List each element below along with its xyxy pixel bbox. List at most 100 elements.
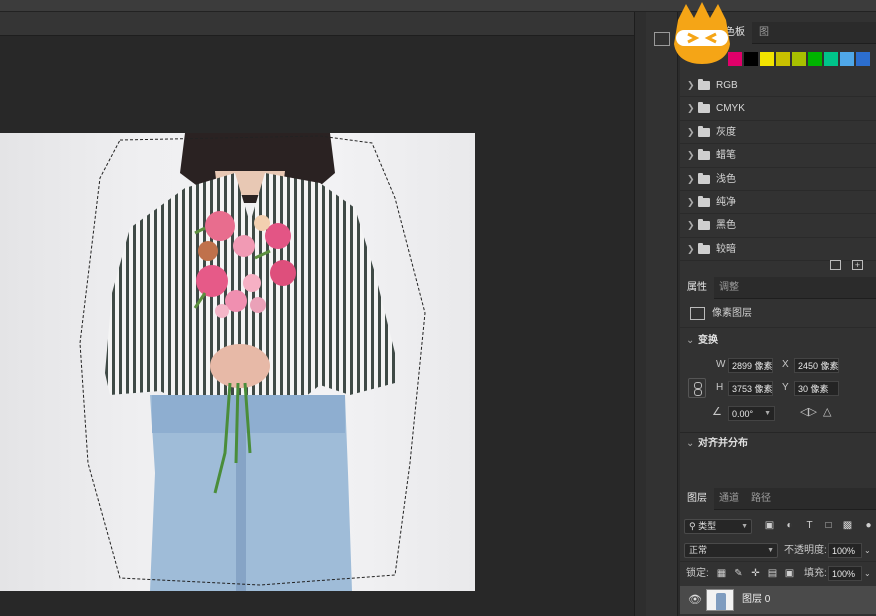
chevron-right-icon: ❯: [687, 126, 695, 137]
new-swatch-icon[interactable]: +: [852, 260, 863, 270]
visibility-eye-icon[interactable]: 👁: [688, 593, 702, 606]
pixel-filter-icon[interactable]: ▣: [764, 520, 775, 531]
chevron-right-icon: ❯: [687, 243, 695, 254]
swatch[interactable]: [776, 52, 790, 66]
flip-horizontal-icon[interactable]: ◁▷: [800, 404, 817, 420]
photo-content: [79, 133, 426, 591]
history-icon[interactable]: [654, 32, 670, 46]
tab-layers[interactable]: 图层: [680, 488, 714, 510]
link-icon[interactable]: [688, 378, 706, 398]
lock-artboard-icon[interactable]: ▤: [767, 568, 778, 579]
folder-icon: [698, 102, 710, 114]
swatch-folder[interactable]: ❯ 蜡笔: [680, 144, 876, 168]
swatch[interactable]: [744, 52, 758, 66]
panel-icon-strip: [646, 12, 678, 616]
folder-label: 蜡笔: [716, 150, 736, 162]
flip-vertical-icon[interactable]: △: [823, 404, 831, 420]
lock-transparency-icon[interactable]: ▦: [716, 568, 727, 579]
adjustment-filter-icon[interactable]: ◐: [784, 520, 795, 531]
swatch[interactable]: [824, 52, 838, 66]
chevron-down-icon: ▼: [764, 410, 771, 417]
folder-icon: [698, 195, 710, 207]
folder-icon: [698, 149, 710, 161]
opacity-field[interactable]: 100%: [828, 543, 862, 558]
chevron-right-icon: ❯: [687, 103, 695, 114]
swatch[interactable]: [792, 52, 806, 66]
tab-paths[interactable]: 路径: [744, 488, 778, 510]
folder-icon: [698, 125, 710, 137]
tab-adjustments[interactable]: 调整: [712, 277, 746, 299]
chevron-down-icon[interactable]: ⌄: [864, 543, 871, 559]
document-options-bar: [0, 12, 634, 36]
tab-properties[interactable]: 属性: [680, 277, 714, 299]
chevron-down-icon: ⌄: [686, 335, 695, 346]
layer-thumbnail: [706, 589, 734, 611]
new-group-icon[interactable]: [830, 260, 841, 270]
smart-object-filter-icon[interactable]: ▩: [842, 520, 853, 531]
lock-label: 锁定:: [686, 568, 709, 579]
tab-swatches[interactable]: 色板: [718, 22, 752, 44]
width-label: W: [716, 359, 726, 370]
swatch-folder[interactable]: ❯ CMYK: [680, 97, 876, 121]
x-field[interactable]: 2450 像素: [794, 358, 839, 373]
shape-filter-icon[interactable]: □: [823, 520, 834, 531]
height-field[interactable]: 3753 像素: [728, 381, 773, 396]
search-icon: ⚲: [689, 521, 699, 531]
y-field[interactable]: 30 像素: [794, 381, 839, 396]
swatch-folder[interactable]: ❯ RGB: [680, 74, 876, 98]
swatch-folder[interactable]: ❯ 灰度: [680, 121, 876, 145]
folder-label: RGB: [716, 80, 738, 91]
folder-icon: [698, 172, 710, 184]
width-field[interactable]: 2899 像素: [728, 358, 773, 373]
chevron-right-icon: ❯: [687, 80, 695, 90]
swatch-folder[interactable]: ❯ 较暗: [680, 238, 876, 262]
thumbnail-figure: [716, 593, 726, 610]
filter-toggle-icon[interactable]: ●: [863, 520, 874, 531]
lock-row: 锁定: ▦ ✎ ✛ ▤ ▣ 填充: 100% ⌄: [680, 563, 876, 585]
align-section-header[interactable]: ⌄ 对齐并分布: [680, 433, 876, 455]
folder-icon: [698, 79, 710, 90]
chevron-down-icon: ▼: [767, 547, 774, 554]
fill-field[interactable]: 100%: [828, 566, 862, 581]
chevron-down-icon: ⌄: [686, 438, 695, 449]
swatch-folder[interactable]: ❯ 浅色: [680, 168, 876, 191]
folder-label: 较暗: [716, 243, 736, 255]
align-title: 对齐并分布: [698, 438, 748, 449]
swatch[interactable]: [856, 52, 870, 66]
lock-position-icon[interactable]: ✛: [750, 568, 761, 579]
lock-image-icon[interactable]: ✎: [733, 568, 744, 579]
layer-row[interactable]: 👁 图层 0: [680, 586, 876, 614]
layer-kind-filter[interactable]: ⚲ 类型 ▼: [684, 519, 752, 534]
panel-collapse-gutter: [634, 12, 646, 616]
kind-filter-label: 类型: [698, 521, 717, 531]
blend-mode-select[interactable]: 正常 ▼: [684, 543, 778, 558]
transform-section-header[interactable]: ⌄ 变换: [680, 330, 876, 352]
tab-patterns[interactable]: 图: [752, 22, 776, 44]
lock-all-icon[interactable]: ▣: [784, 568, 795, 579]
layers-tabs: 图层 通道 路径: [680, 488, 876, 510]
angle-field[interactable]: 0.00° ▼: [728, 406, 775, 421]
type-filter-icon[interactable]: T: [804, 520, 815, 531]
swatch[interactable]: [808, 52, 822, 66]
swatch-folder[interactable]: ❯ 纯净: [680, 191, 876, 215]
chevron-down-icon[interactable]: ⌄: [864, 566, 871, 582]
chevron-right-icon: ❯: [687, 196, 695, 207]
swatch[interactable]: [760, 52, 774, 66]
folder-label: 纯净: [716, 196, 736, 208]
layer-filter-toolbar: ⚲ 类型 ▼ ▣ ◐ T □ ▩ ●: [680, 511, 876, 537]
layer-name: 图层 0: [742, 594, 771, 605]
folder-label: 黑色: [716, 220, 736, 232]
swatch[interactable]: [840, 52, 854, 66]
folder-label: CMYK: [716, 103, 745, 115]
properties-tabs: 属性 调整: [680, 277, 876, 299]
document-image[interactable]: [0, 133, 475, 591]
folder-label: 灰度: [716, 126, 736, 138]
x-label: X: [782, 359, 789, 370]
blend-mode-value: 正常: [689, 545, 708, 555]
swatch[interactable]: [728, 52, 742, 66]
height-label: H: [716, 382, 724, 393]
menu-bar: [0, 0, 876, 12]
tab-channels[interactable]: 通道: [712, 488, 746, 510]
swatch-folder[interactable]: ❯ 黑色: [680, 214, 876, 238]
swatch-row: [728, 52, 872, 66]
